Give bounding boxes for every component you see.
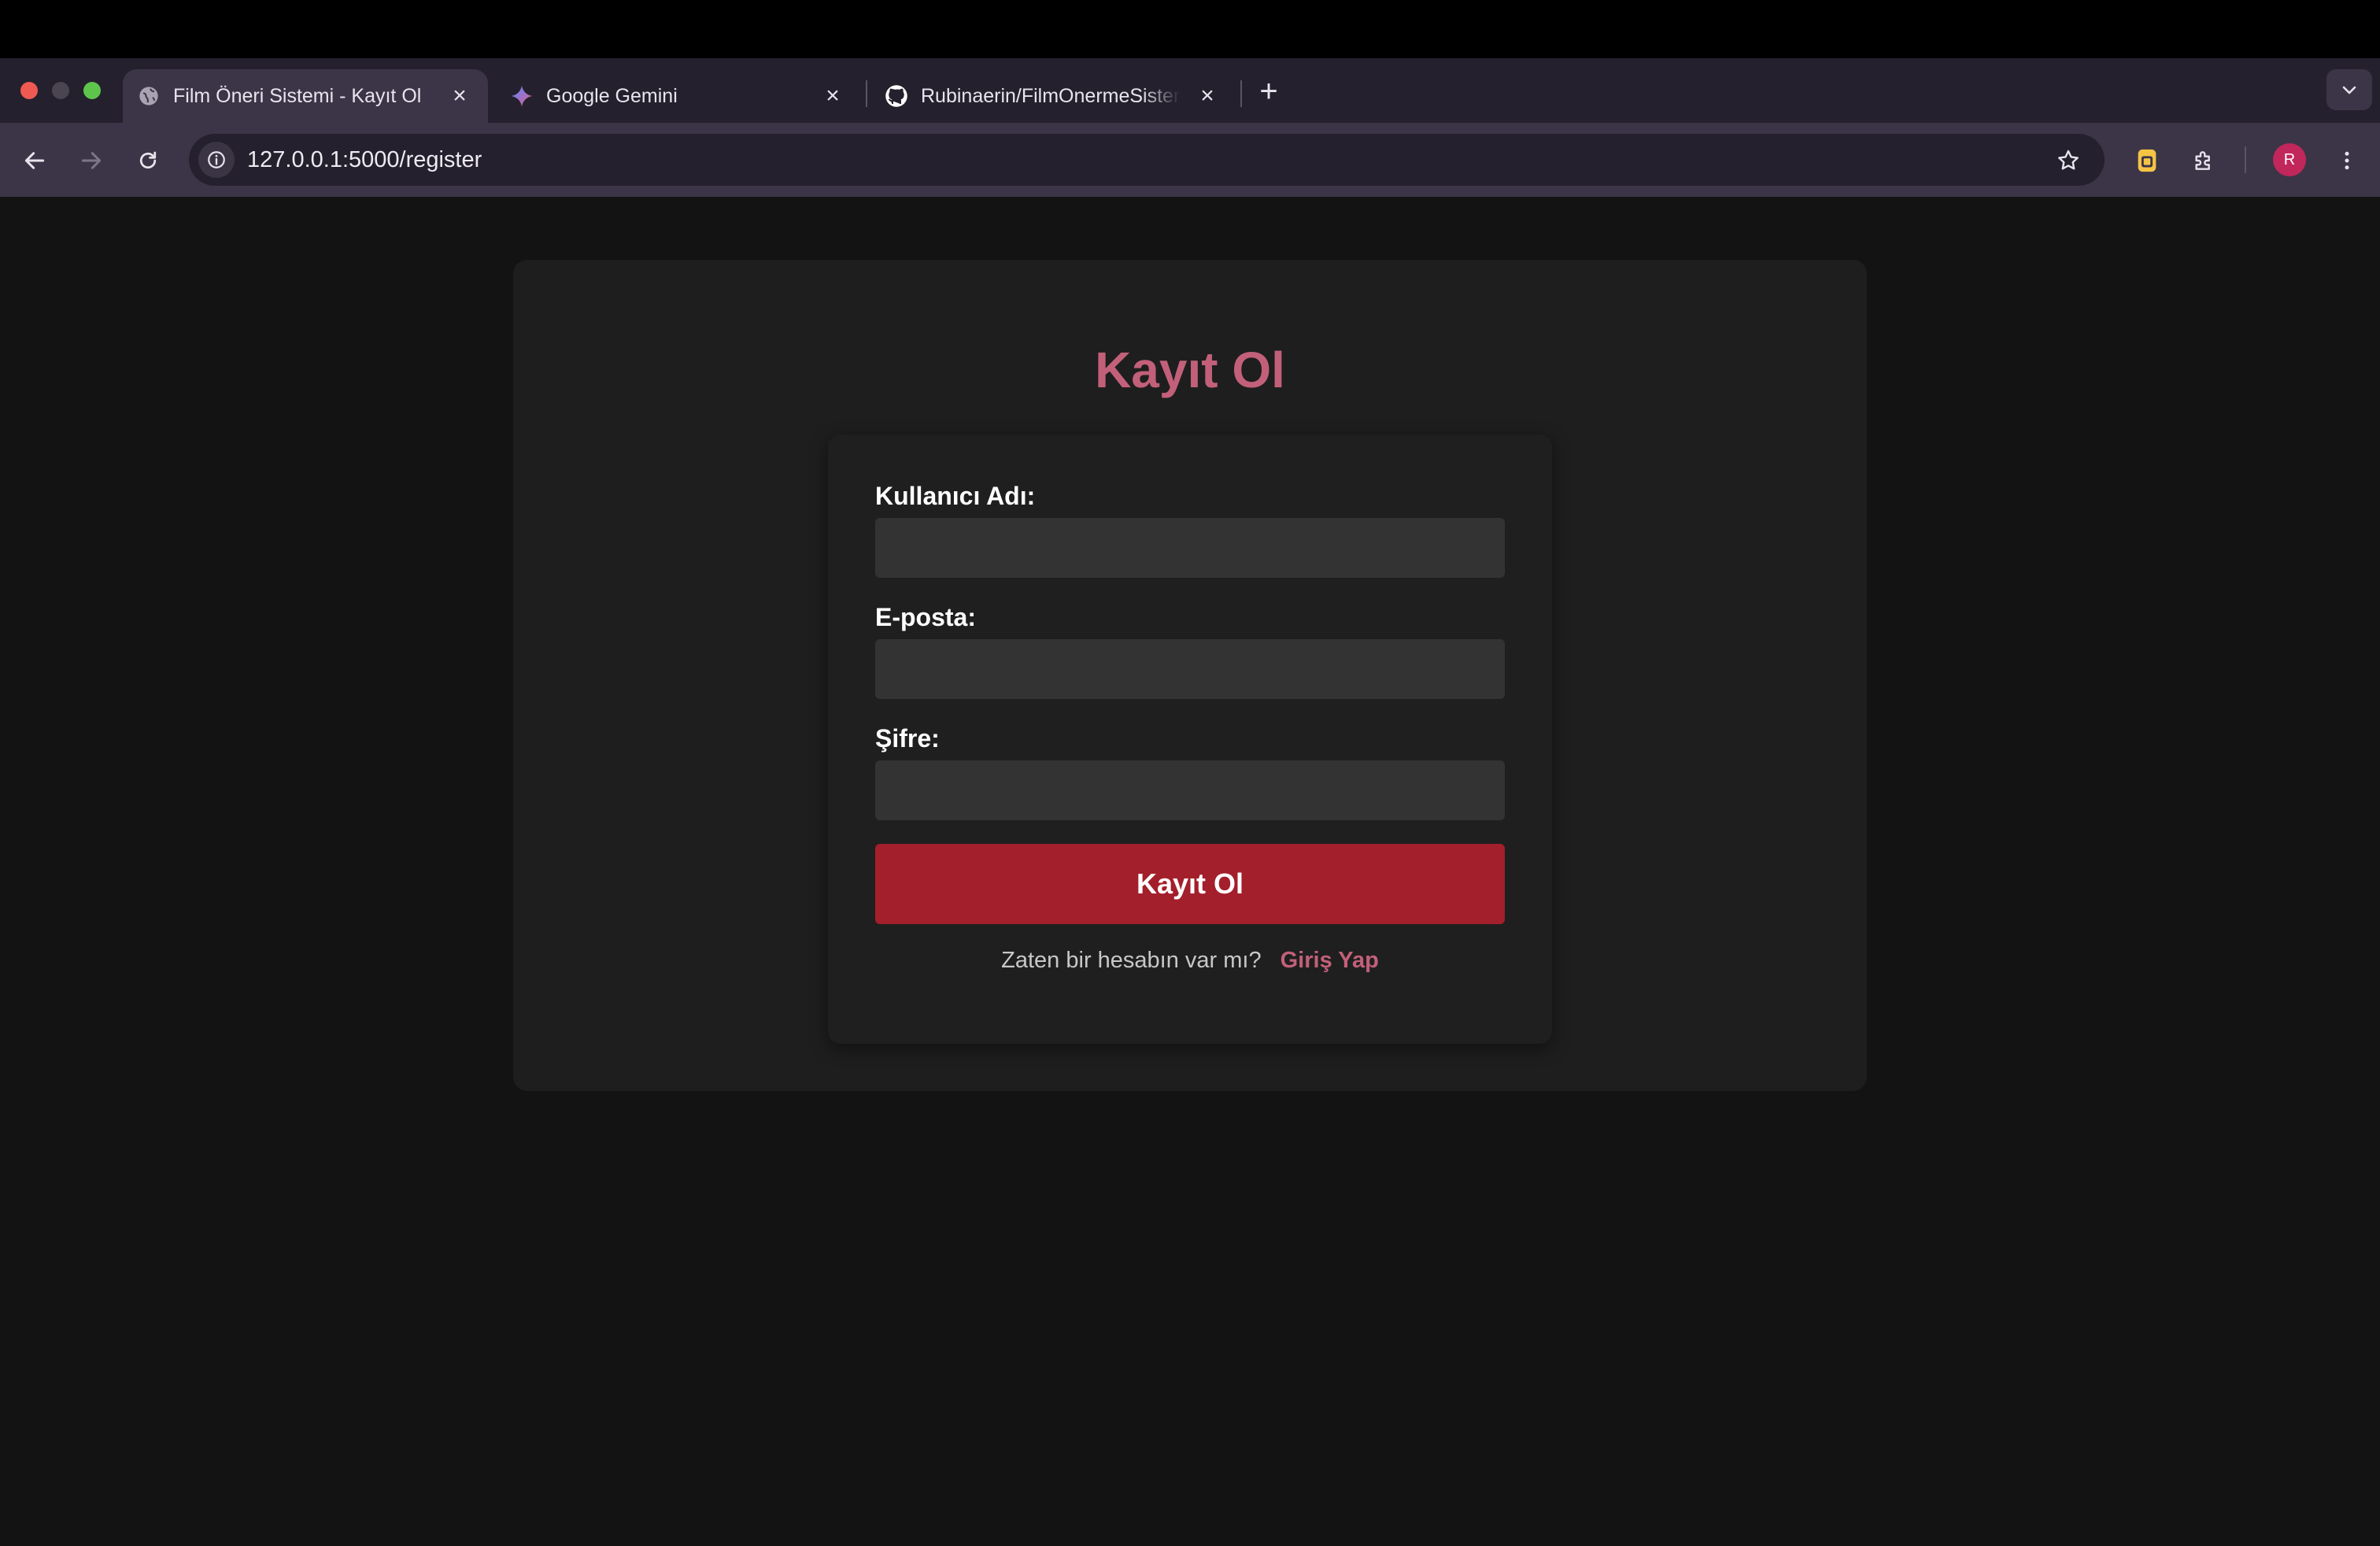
top-band <box>0 0 2380 58</box>
chevron-down-icon <box>2342 86 2356 94</box>
globe-icon <box>137 84 161 108</box>
email-label: E-posta: <box>875 603 976 631</box>
tab-search-button[interactable] <box>2326 69 2372 110</box>
new-tab-button[interactable]: + <box>1253 76 1284 107</box>
extension-button[interactable] <box>2128 142 2166 179</box>
arrow-left-icon <box>24 152 45 169</box>
reload-button[interactable] <box>129 142 167 179</box>
tab-film-oneri[interactable]: Film Öneri Sistemi - Kayıt Ol × <box>123 69 488 123</box>
username-input[interactable] <box>875 518 1505 578</box>
forward-button[interactable] <box>72 142 110 179</box>
browser-menu-button[interactable] <box>2328 142 2366 179</box>
puzzle-icon <box>2195 151 2210 170</box>
gemini-sparkle-icon <box>510 84 534 108</box>
extension-yellow-icon <box>2138 149 2156 172</box>
star-icon <box>2058 150 2079 170</box>
tab-close-icon[interactable]: × <box>445 82 474 110</box>
login-link[interactable]: Giriş Yap <box>1281 948 1379 973</box>
username-label: Kullanıcı Adı: <box>875 482 1036 510</box>
extensions-menu-button[interactable] <box>2185 142 2223 179</box>
tab-title: Film Öneri Sistemi - Kayıt Ol <box>173 85 422 107</box>
arrow-right-icon <box>81 152 102 169</box>
reload-icon <box>139 151 157 169</box>
tab-close-icon[interactable]: × <box>819 82 847 110</box>
tab-separator <box>1240 80 1242 107</box>
tab-close-icon[interactable]: × <box>1193 82 1221 110</box>
page-title: Kayıt Ol <box>1095 342 1285 398</box>
browser-window: Film Öneri Sistemi - Kayıt Ol × Google G… <box>0 0 2380 1546</box>
login-prompt: Zaten bir hesabın var mı? Giriş Yap <box>828 945 1552 976</box>
info-icon <box>208 151 225 168</box>
more-vertical-icon <box>2345 151 2349 170</box>
url-text[interactable]: 127.0.0.1:5000/register <box>247 145 482 175</box>
minimize-window-button[interactable] <box>52 82 69 99</box>
email-input[interactable] <box>875 639 1505 699</box>
tab-separator <box>866 80 867 107</box>
tab-google-gemini[interactable]: Google Gemini × <box>496 69 861 123</box>
github-icon <box>885 84 908 108</box>
site-info-button[interactable] <box>198 142 235 178</box>
toolbar-separator <box>2245 146 2246 173</box>
tab-github-repo[interactable]: Rubinaerin/FilmOnermeSistemi × <box>870 69 1236 123</box>
password-label: Şifre: <box>875 724 940 753</box>
maximize-window-button[interactable] <box>83 82 101 99</box>
tab-title: Google Gemini <box>546 85 678 107</box>
tab-title: Rubinaerin/FilmOnermeSistemi <box>921 85 1181 107</box>
register-button[interactable]: Kayıt Ol <box>875 844 1505 924</box>
bookmark-button[interactable] <box>2049 142 2087 179</box>
password-input[interactable] <box>875 760 1505 820</box>
login-prompt-text: Zaten bir hesabın var mı? <box>1001 948 1262 973</box>
profile-avatar[interactable]: R <box>2273 143 2306 176</box>
back-button[interactable] <box>16 142 54 179</box>
close-window-button[interactable] <box>20 82 38 99</box>
